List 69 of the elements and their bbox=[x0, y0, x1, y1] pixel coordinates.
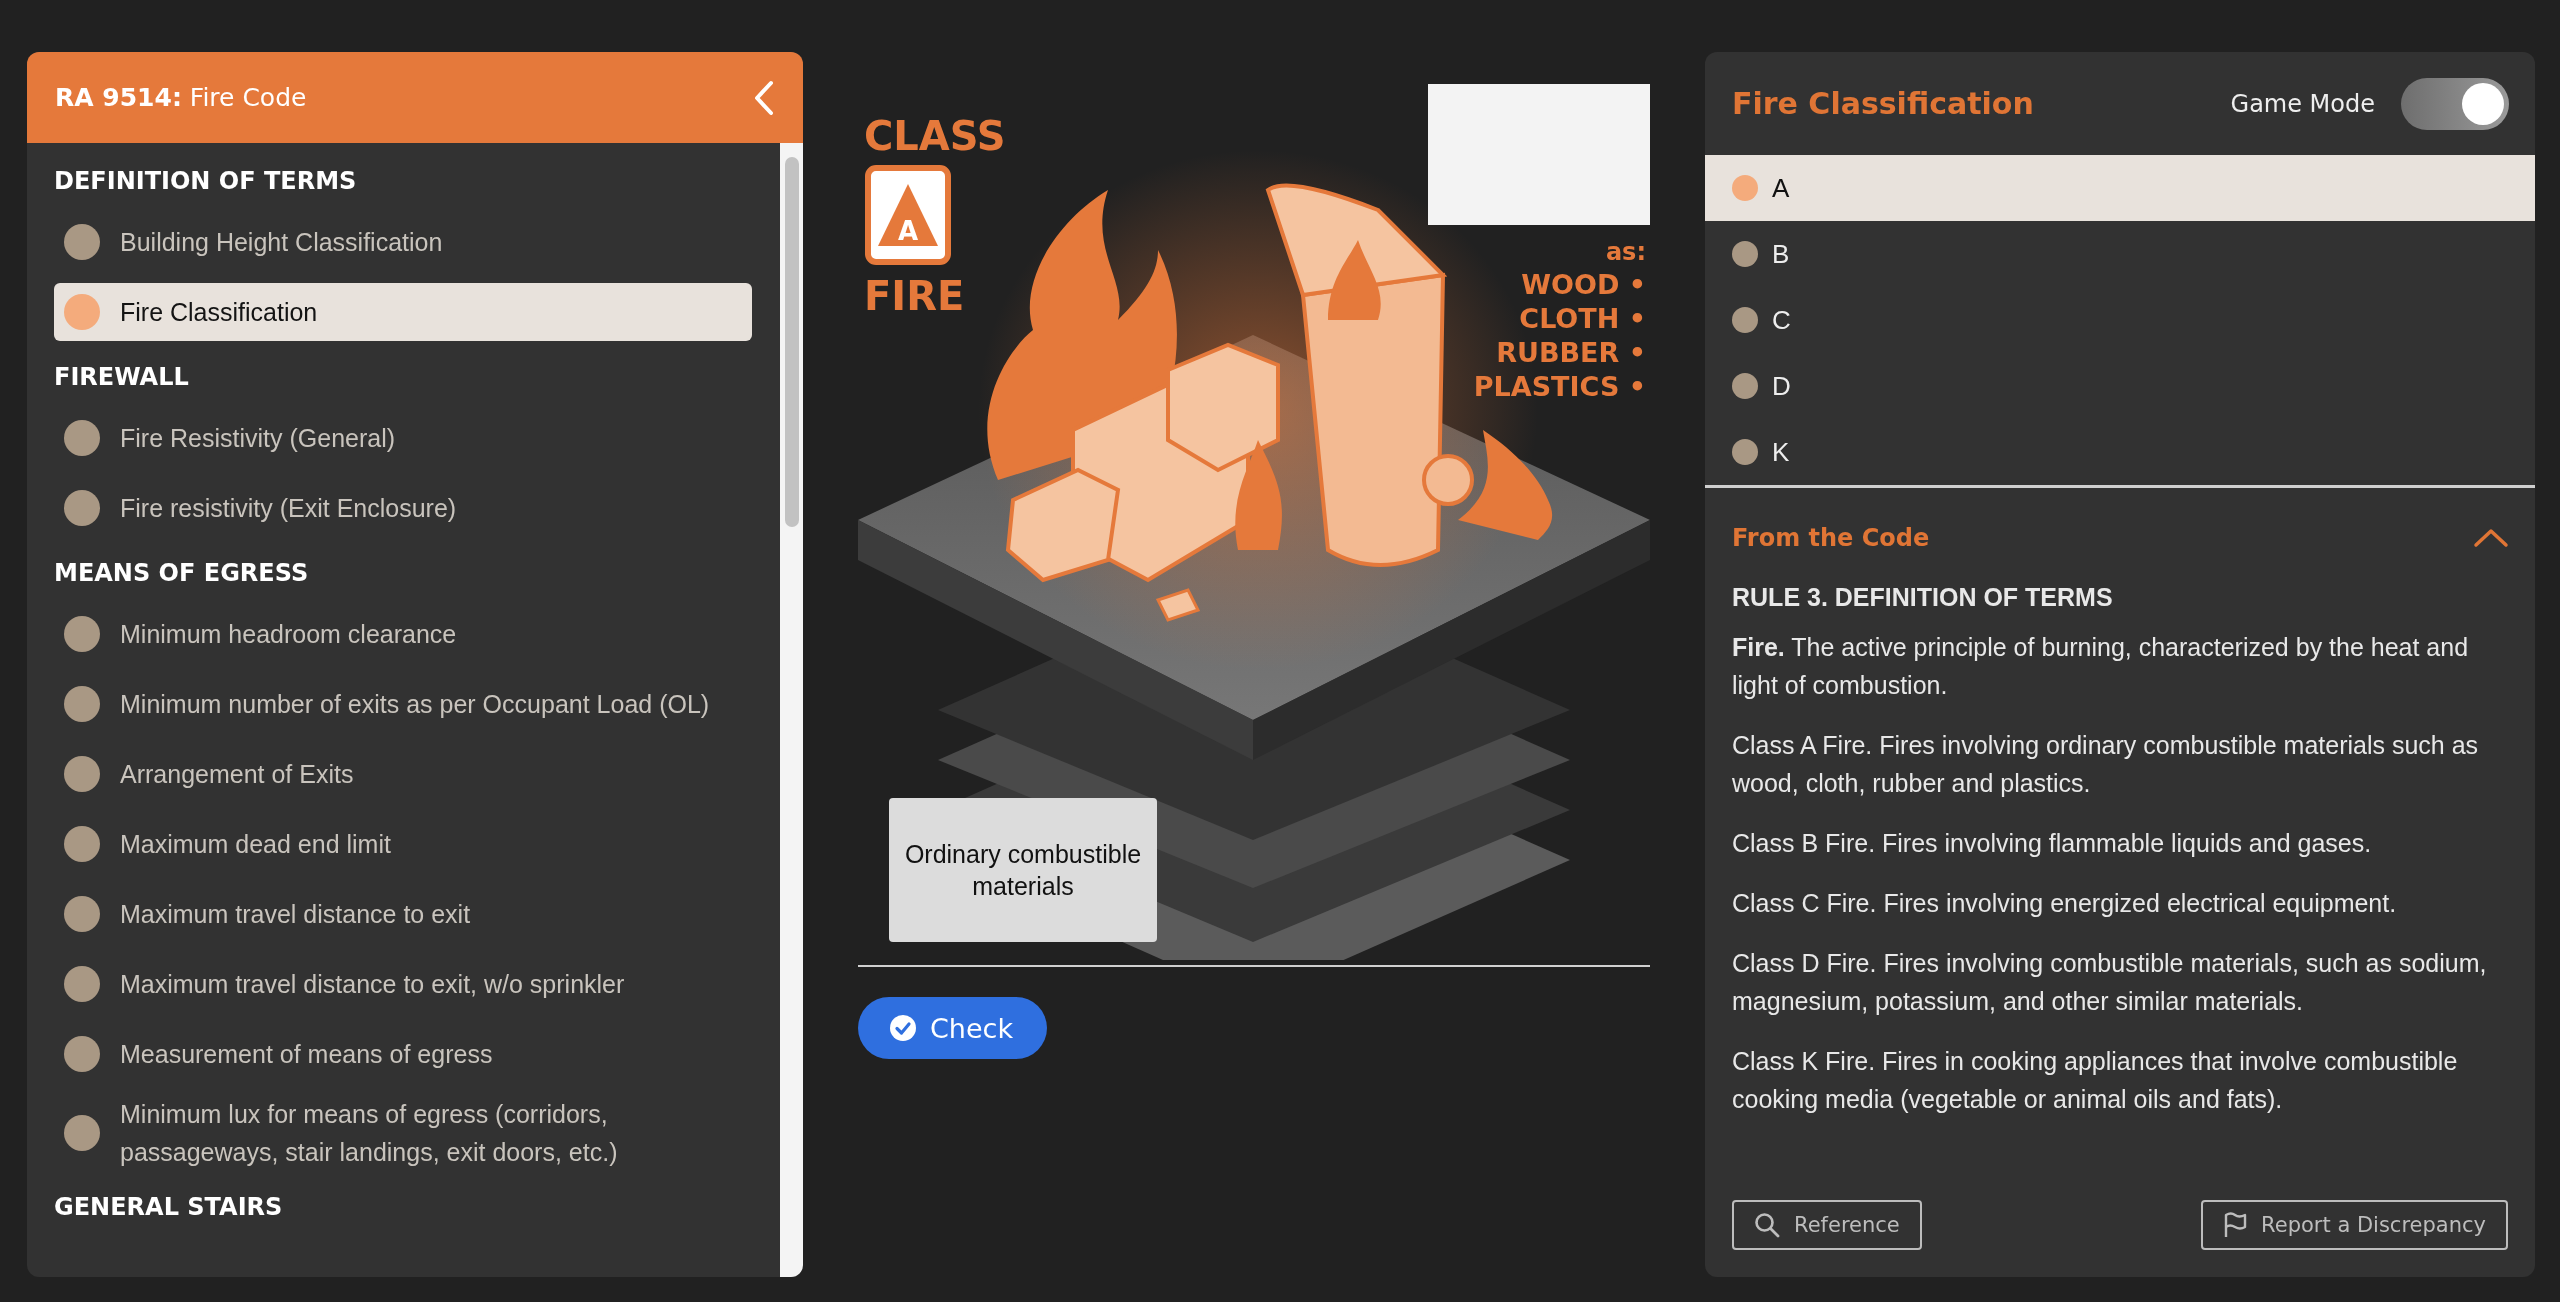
badge-letter: A bbox=[897, 216, 919, 246]
status-dot bbox=[64, 896, 100, 932]
status-dot bbox=[64, 826, 100, 862]
radio-dot bbox=[1732, 241, 1758, 267]
section-heading: GENERAL STAIRS bbox=[54, 1192, 284, 1223]
sidebar-item[interactable]: Maximum travel distance to exit bbox=[54, 885, 752, 943]
status-dot bbox=[64, 686, 100, 722]
status-dot bbox=[64, 1115, 100, 1151]
status-dot bbox=[64, 1036, 100, 1072]
panel-title: Fire Classification bbox=[1732, 86, 2035, 121]
game-mode-toggle[interactable] bbox=[2401, 77, 2509, 130]
section-heading: MEANS OF EGRESS bbox=[54, 558, 310, 589]
section-title: From the Code bbox=[1732, 524, 1930, 552]
class-option[interactable]: A bbox=[1705, 155, 2535, 221]
status-dot bbox=[64, 294, 100, 330]
check-button[interactable]: Check bbox=[858, 997, 1048, 1059]
answer-card[interactable]: Ordinary combustible materials bbox=[889, 798, 1157, 942]
status-dot bbox=[64, 224, 100, 260]
sidebar-item[interactable]: Arrangement of Exits bbox=[54, 745, 752, 803]
status-dot bbox=[64, 966, 100, 1002]
section-heading: DEFINITION OF TERMS bbox=[54, 166, 358, 197]
status-dot bbox=[64, 420, 100, 456]
code-paragraph: Class C Fire. Fires involving energized electrical equipment. bbox=[1732, 888, 2398, 919]
materials-caption: as: bbox=[1605, 238, 1646, 266]
sidebar-title: RA 9514: Fire Code bbox=[55, 83, 307, 112]
material-label: CLOTH • bbox=[1519, 303, 1646, 334]
badge-text: CLASS bbox=[864, 113, 1006, 159]
radio-dot bbox=[1732, 307, 1758, 333]
badge-text: FIRE bbox=[864, 273, 965, 319]
report-button[interactable]: Report a Discrepancy bbox=[2201, 1200, 2508, 1250]
class-option[interactable]: D bbox=[1705, 353, 2535, 419]
sidebar-item[interactable]: Fire Classification bbox=[54, 283, 752, 341]
search-icon bbox=[1754, 1212, 1780, 1238]
sidebar-item[interactable]: Minimum number of exits as per Occupant Load (OL) bbox=[54, 675, 752, 733]
scrollbar[interactable] bbox=[780, 143, 803, 1277]
class-option[interactable]: K bbox=[1705, 419, 2535, 485]
sidebar-item[interactable]: Minimum lux for means of egress (corridors, passageways, stair landings, exit doors, etc.) bbox=[54, 1095, 752, 1171]
code-paragraph: Class A Fire. Fires involving ordinary combustible materials such as wood, cloth, rubber and plastics. bbox=[1732, 730, 2480, 799]
material-label: WOOD • bbox=[1521, 269, 1646, 300]
flag-icon bbox=[2223, 1212, 2248, 1238]
sidebar-item[interactable]: Fire resistivity (Exit Enclosure) bbox=[54, 479, 752, 537]
sidebar-item[interactable]: Maximum travel distance to exit, w/o sprinkler bbox=[54, 955, 752, 1013]
code-section-header[interactable]: From the Code bbox=[1705, 498, 2535, 578]
code-paragraph: Class K Fire. Fires in cooking appliances that involve combustible cooking media (vegetable or animal oils and fats). bbox=[1732, 1046, 2459, 1115]
class-option[interactable]: B bbox=[1705, 221, 2535, 287]
sidebar-item[interactable]: Building Height Classification bbox=[54, 213, 752, 271]
reference-button[interactable]: Reference bbox=[1732, 1200, 1922, 1250]
status-dot bbox=[64, 616, 100, 652]
check-icon bbox=[890, 1015, 916, 1041]
rule-heading: RULE 3. DEFINITION OF TERMS bbox=[1732, 582, 2114, 613]
code-paragraph: Class D Fire. Fires involving combustible materials, such as sodium, magnesium, potassium, and other similar materials. bbox=[1732, 948, 2488, 1017]
chevron-icon bbox=[2473, 528, 2509, 548]
code-paragraph: Fire. The active principle of burning, characterized by the heat and light of combustion. bbox=[1732, 632, 2470, 701]
radio-dot bbox=[1732, 373, 1758, 399]
collapse-icon[interactable] bbox=[753, 79, 775, 116]
status-dot bbox=[64, 490, 100, 526]
class-option[interactable]: C bbox=[1705, 287, 2535, 353]
sidebar-item[interactable]: Fire Resistivity (General) bbox=[54, 409, 752, 467]
material-label: RUBBER • bbox=[1496, 337, 1646, 368]
sidebar-item[interactable]: Maximum dead end limit bbox=[54, 815, 752, 873]
game-mode-label: Game Mode bbox=[2230, 89, 2375, 118]
code-paragraph: Class B Fire. Fires involving flammable liquids and gases. bbox=[1732, 828, 2373, 859]
sidebar-item[interactable]: Measurement of means of egress bbox=[54, 1025, 752, 1083]
radio-dot bbox=[1732, 439, 1758, 465]
sidebar-item[interactable]: Minimum headroom clearance bbox=[54, 605, 752, 663]
material-label: PLASTICS • bbox=[1473, 371, 1646, 402]
radio-dot bbox=[1732, 175, 1758, 201]
section-heading: FIREWALL bbox=[54, 362, 190, 393]
status-dot bbox=[64, 756, 100, 792]
